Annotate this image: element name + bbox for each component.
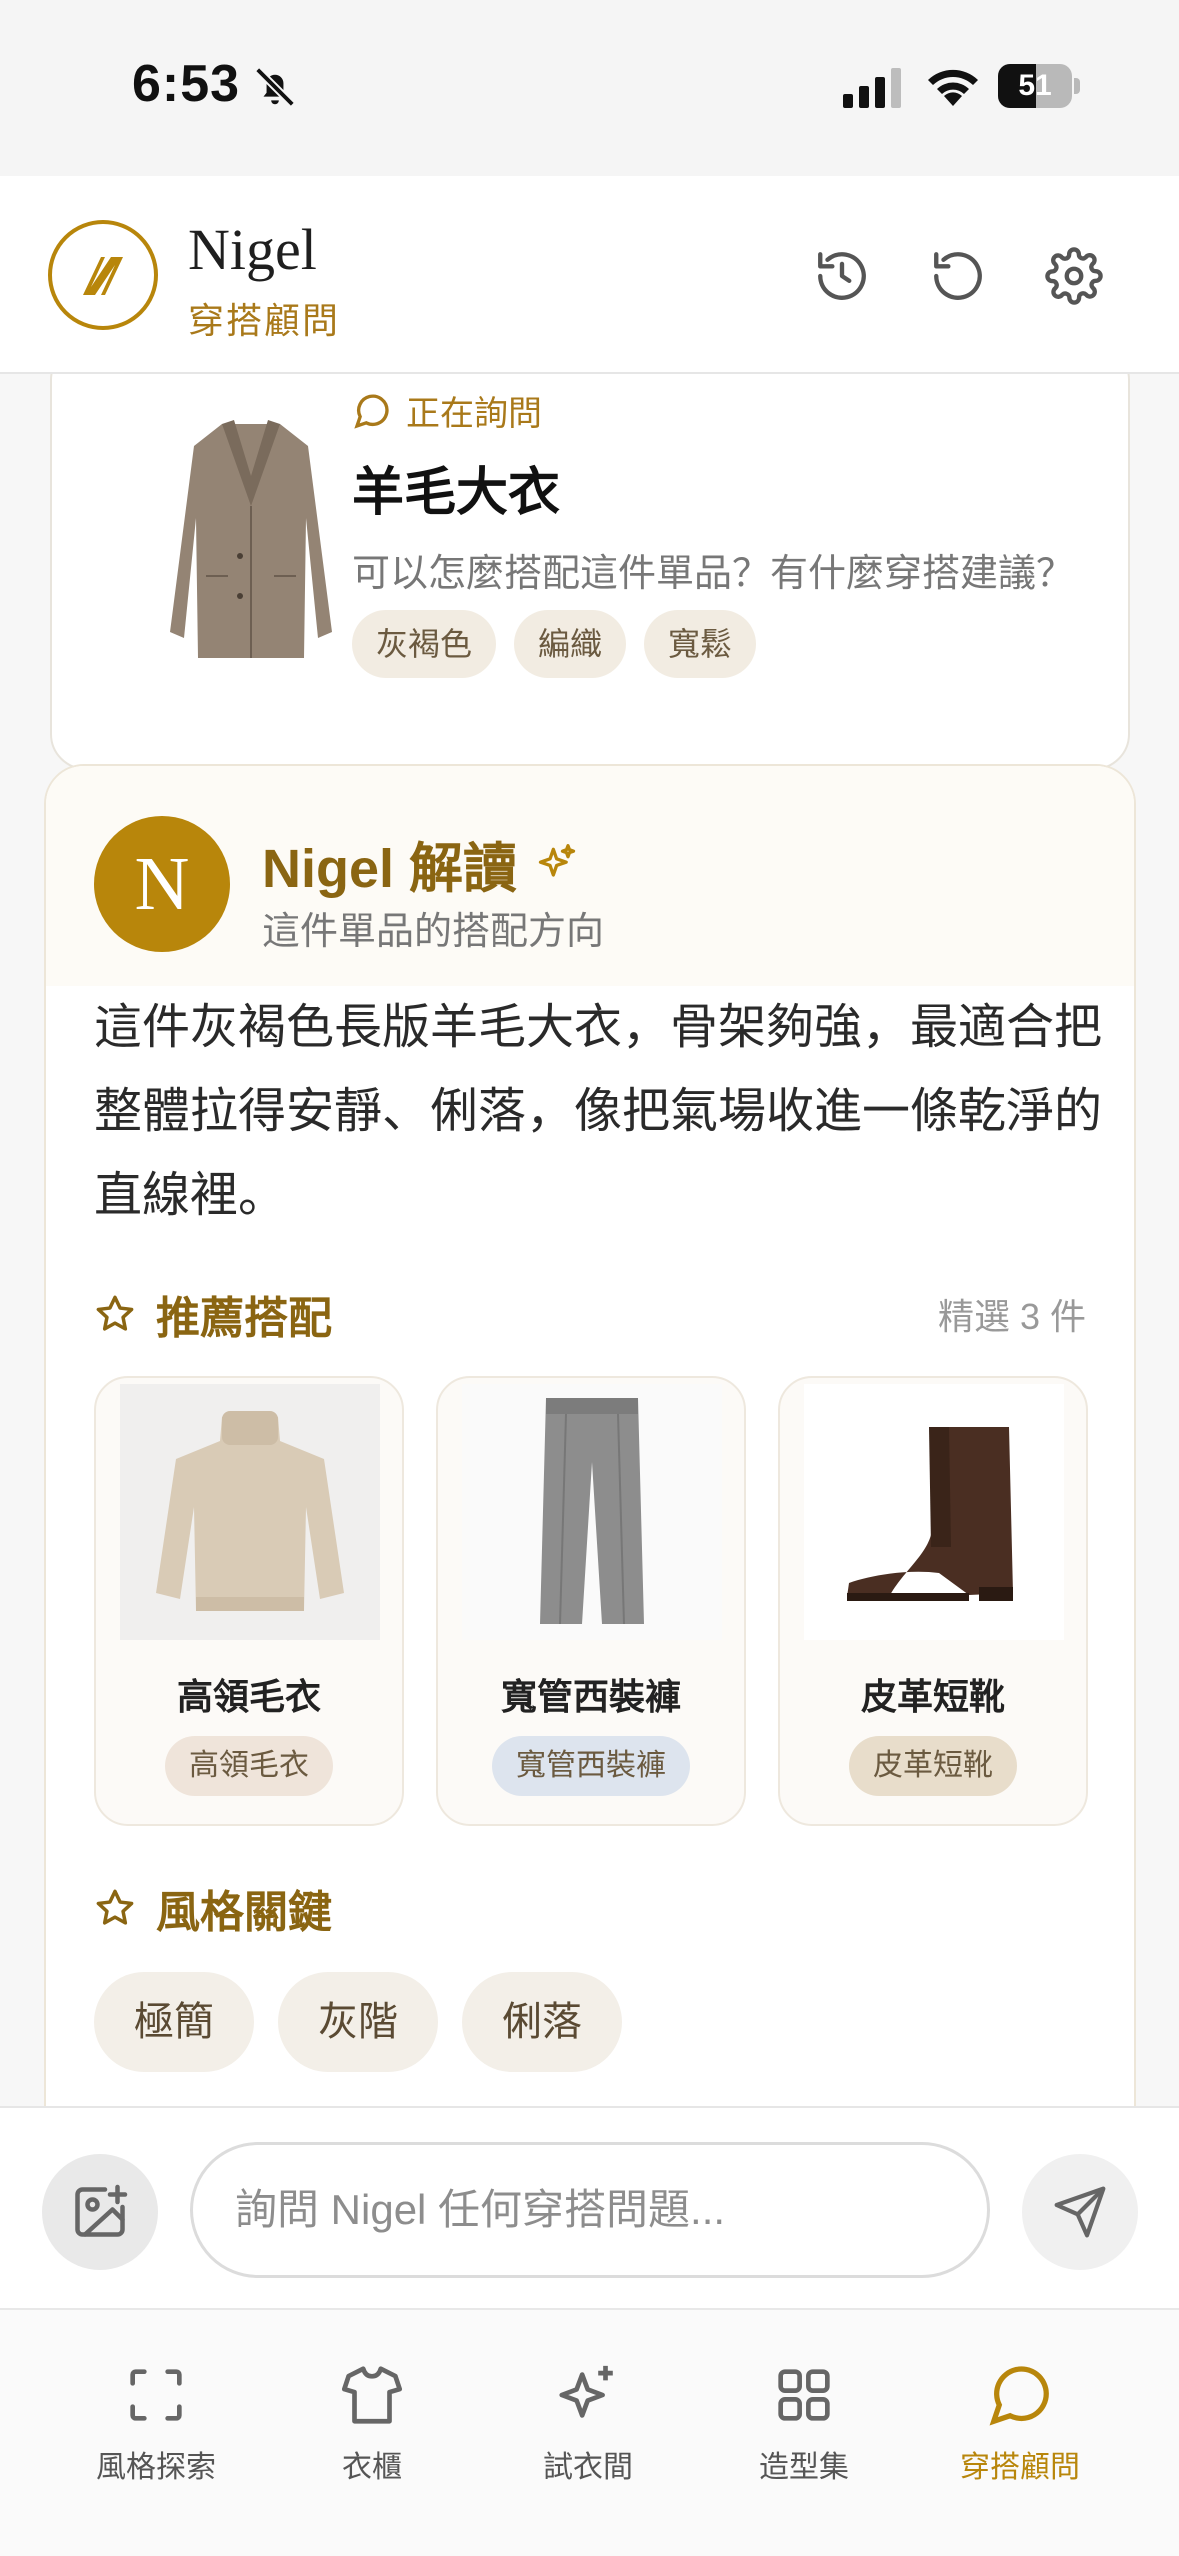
product-tag: 高領毛衣 xyxy=(165,1736,333,1796)
nigel-title: Nigel 解讀 xyxy=(262,824,579,903)
leather-boots-image xyxy=(847,1427,1013,1601)
nigel-logo-mark-icon xyxy=(83,257,123,295)
recommend-section-heading: 推薦搭配 xyxy=(94,1282,332,1346)
turtleneck-sweater-image xyxy=(156,1411,344,1611)
app-header: Nigel 穿搭顧問 xyxy=(0,176,1179,374)
attribute-chip: 灰褐色 xyxy=(352,610,497,678)
product-card-turtleneck[interactable]: 高領毛衣 高領毛衣 xyxy=(94,1376,404,1826)
asking-item-card[interactable]: 正在詢問 羊毛大衣 可以怎麼搭配這件單品？有什麼穿搭建議？ 灰褐色 編織 寬鬆 xyxy=(50,374,1130,770)
style-keyword-chip[interactable]: 灰階 xyxy=(278,1972,438,2072)
star-icon xyxy=(96,1295,134,1331)
tab-style-explore[interactable]: 風格探索 xyxy=(56,2360,256,2510)
chat-bubble-icon xyxy=(354,394,389,429)
gear-icon xyxy=(1045,247,1103,305)
product-card-leather-boots[interactable]: 皮革短靴 皮革短靴 xyxy=(778,1376,1088,1826)
brand-name: Nigel xyxy=(188,217,317,282)
product-card-wide-trousers[interactable]: 寬管西裝褲 寬管西裝褲 xyxy=(436,1376,746,1826)
battery-percentage: 51 xyxy=(1018,69,1052,102)
product-image xyxy=(804,1384,1064,1640)
tab-wardrobe[interactable]: 衣櫃 xyxy=(272,2360,472,2510)
chat-area[interactable]: 正在詢問 羊毛大衣 可以怎麼搭配這件單品？有什麼穿搭建議？ 灰褐色 編織 寬鬆 … xyxy=(0,374,1179,2106)
chat-bubble-icon xyxy=(989,2366,1049,2426)
image-add-icon xyxy=(75,2184,128,2237)
item-attribute-chips: 灰褐色 編織 寬鬆 xyxy=(352,610,757,678)
refresh-icon xyxy=(934,252,982,300)
nigel-subtitle: 這件單品的搭配方向 xyxy=(262,911,605,953)
recommend-count: 精選 3 件 xyxy=(937,1296,1086,1337)
attribute-chip: 寬鬆 xyxy=(644,610,757,678)
tab-styling-advisor[interactable]: 穿搭顧問 xyxy=(920,2360,1120,2510)
attach-image-button[interactable] xyxy=(42,2154,158,2270)
brand-subtitle: 穿搭顧問 xyxy=(188,300,341,341)
reset-button[interactable] xyxy=(920,238,996,314)
product-image xyxy=(120,1384,380,1640)
nigel-avatar: N xyxy=(94,816,230,952)
bell-muted-icon xyxy=(255,67,295,107)
product-tag: 皮革短靴 xyxy=(849,1736,1017,1796)
product-image xyxy=(462,1384,722,1640)
settings-button[interactable] xyxy=(1036,238,1112,314)
history-icon xyxy=(818,252,866,300)
tab-fitting-room[interactable]: 試衣間 xyxy=(488,2360,688,2510)
nigel-response-header: N Nigel 解讀 這件單品的搭配方向 xyxy=(46,766,1134,986)
wifi-icon xyxy=(928,69,978,106)
nigel-title-text: Nigel 解讀 xyxy=(262,839,518,899)
item-question: 可以怎麼搭配這件單品？有什麼穿搭建議？ xyxy=(352,553,1075,595)
send-button[interactable] xyxy=(1022,2154,1138,2270)
nigel-response-text: 這件灰褐色長版羊毛大衣，骨架夠強，最適合把整體拉得安靜、俐落，像把氣場收進一條乾… xyxy=(94,1001,1103,1222)
attribute-chip: 編織 xyxy=(514,610,627,678)
tab-label: 試衣間 xyxy=(543,2451,633,2484)
recommend-title: 推薦搭配 xyxy=(156,1294,332,1343)
signal-icon xyxy=(843,68,901,108)
history-button[interactable] xyxy=(804,238,880,314)
send-icon xyxy=(1054,2186,1106,2238)
asking-status-label: 正在詢問 xyxy=(406,395,542,433)
nigel-logo xyxy=(48,220,158,330)
wool-coat-image xyxy=(170,420,332,658)
tab-label: 衣櫃 xyxy=(342,2451,402,2484)
bottom-tab-bar: 風格探索 衣櫃 試衣間 造型集 穿搭顧問 xyxy=(0,2308,1179,2556)
tab-lookbook[interactable]: 造型集 xyxy=(704,2360,904,2510)
sparkle-icon xyxy=(538,843,576,877)
item-title: 羊毛大衣 xyxy=(352,464,561,522)
style-keys-title: 風格關鍵 xyxy=(156,1888,332,1937)
wide-leg-trousers-image xyxy=(540,1398,644,1625)
nigel-response-card: N Nigel 解讀 這件單品的搭配方向 這件灰褐色長版羊毛大衣，骨架夠強，最適… xyxy=(44,764,1136,2106)
chat-message-input[interactable] xyxy=(190,2142,990,2278)
style-keyword-chip[interactable]: 俐落 xyxy=(462,1972,622,2072)
asking-status: 正在詢問 xyxy=(352,386,542,435)
battery-indicator: 51 xyxy=(998,64,1080,108)
sparkle-icon xyxy=(559,2365,613,2418)
style-keys-heading: 風格關鍵 xyxy=(94,1876,332,1940)
grid-icon xyxy=(778,2369,830,2421)
style-keyword-chip[interactable]: 極簡 xyxy=(94,1972,254,2072)
product-name: 高領毛衣 xyxy=(176,1676,321,1717)
style-keyword-chips: 極簡 灰階 俐落 xyxy=(94,1972,622,2072)
product-name: 寬管西裝褲 xyxy=(500,1676,681,1717)
star-icon xyxy=(96,1889,134,1925)
shirt-icon xyxy=(341,2366,403,2424)
message-input-bar xyxy=(0,2106,1179,2308)
scan-icon xyxy=(130,2369,182,2421)
product-name: 皮革短靴 xyxy=(860,1676,1005,1717)
status-bar: 6:53 51 xyxy=(0,0,1179,176)
tab-label: 穿搭顧問 xyxy=(960,2451,1080,2484)
tab-label: 風格探索 xyxy=(96,2451,216,2484)
status-time: 6:53 xyxy=(132,55,241,113)
product-tag: 寬管西裝褲 xyxy=(492,1736,690,1796)
tab-label: 造型集 xyxy=(759,2451,849,2484)
